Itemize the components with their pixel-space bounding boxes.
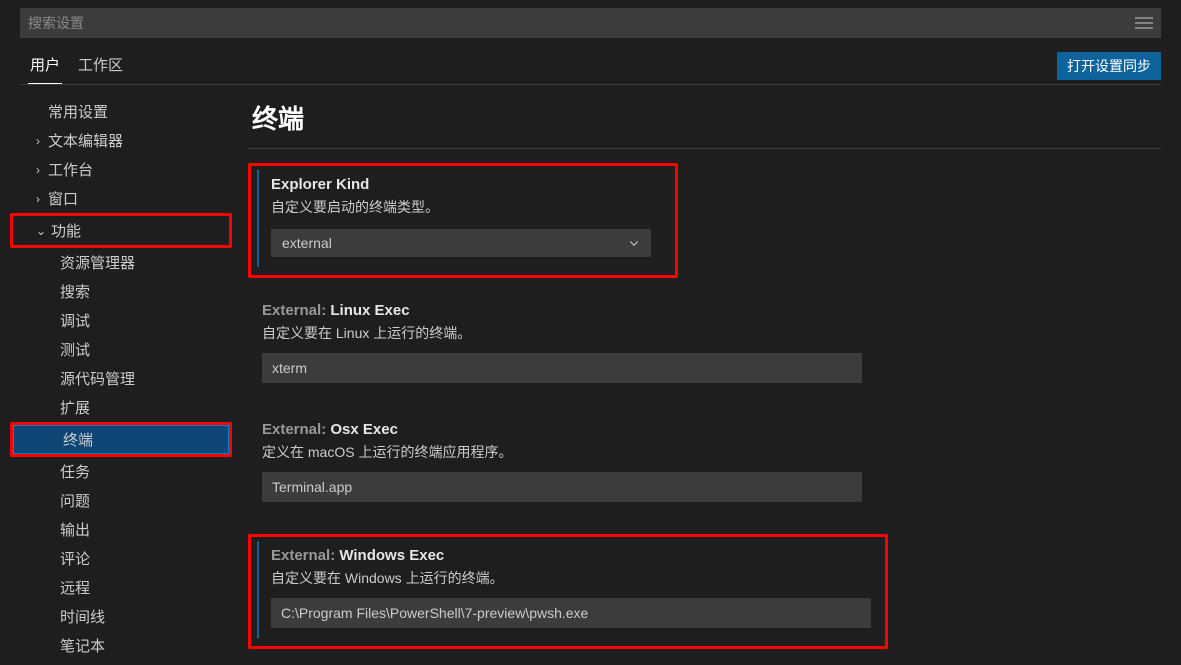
title-underline bbox=[248, 148, 1161, 149]
settings-scope-tabs: 用户 工作区 打开设置同步 bbox=[28, 48, 1161, 84]
sidebar-item-test[interactable]: 测试 bbox=[0, 335, 238, 364]
setting-name: Explorer Kind bbox=[271, 176, 369, 193]
setting-osx-exec: External: Osx Exec 定义在 macOS 上运行的终端应用程序。 bbox=[248, 415, 1161, 512]
page-title: 终端 bbox=[252, 99, 1161, 136]
chevron-right-icon: › bbox=[30, 192, 46, 206]
chevron-right-icon: › bbox=[30, 163, 46, 177]
sidebar-item-label: 功能 bbox=[51, 220, 81, 241]
sidebar-item-scm[interactable]: 源代码管理 bbox=[0, 364, 238, 393]
setting-desc: 自定义要在 Windows 上运行的终端。 bbox=[271, 568, 869, 588]
open-settings-sync-button[interactable]: 打开设置同步 bbox=[1057, 52, 1161, 80]
setting-prefix: External: bbox=[271, 547, 339, 564]
sidebar-item-notebook[interactable]: 笔记本 bbox=[0, 631, 238, 658]
setting-prefix: External: bbox=[262, 302, 330, 319]
setting-explorer-kind: Explorer Kind 自定义要启动的终端类型。 external bbox=[257, 170, 669, 267]
sidebar-item-workbench[interactable]: › 工作台 bbox=[0, 155, 238, 184]
setting-title: External: Osx Exec bbox=[262, 421, 1151, 438]
highlight-features: ⌄ 功能 bbox=[10, 213, 232, 248]
settings-content: 终端 Explorer Kind 自定义要启动的终端类型。 external E… bbox=[238, 85, 1181, 658]
highlight-windows-exec: External: Windows Exec 自定义要在 Windows 上运行… bbox=[248, 534, 888, 649]
sidebar-item-label: 文本编辑器 bbox=[48, 130, 123, 151]
setting-title: Explorer Kind bbox=[271, 176, 659, 193]
setting-title: External: Windows Exec bbox=[271, 547, 869, 564]
dropdown-value: external bbox=[282, 235, 332, 251]
sidebar-item-terminal[interactable]: 终端 bbox=[13, 425, 229, 454]
sidebar-item-problems[interactable]: 问题 bbox=[0, 486, 238, 515]
sidebar-item-text-editor[interactable]: › 文本编辑器 bbox=[0, 126, 238, 155]
setting-name: Windows Exec bbox=[339, 547, 444, 564]
sidebar-item-window[interactable]: › 窗口 bbox=[0, 184, 238, 213]
linux-exec-input[interactable] bbox=[262, 353, 862, 383]
chevron-down-icon bbox=[628, 237, 640, 249]
search-input[interactable] bbox=[28, 15, 1135, 31]
sidebar-item-timeline[interactable]: 时间线 bbox=[0, 602, 238, 631]
sidebar-item-output[interactable]: 输出 bbox=[0, 515, 238, 544]
sidebar-item-common[interactable]: 常用设置 bbox=[0, 97, 238, 126]
tab-user[interactable]: 用户 bbox=[28, 48, 62, 84]
explorer-kind-dropdown[interactable]: external bbox=[271, 229, 651, 257]
osx-exec-input[interactable] bbox=[262, 472, 862, 502]
setting-name: Osx Exec bbox=[330, 421, 398, 438]
settings-search-bar[interactable] bbox=[20, 8, 1161, 38]
tab-workspace[interactable]: 工作区 bbox=[76, 48, 125, 84]
highlight-terminal: 终端 bbox=[10, 422, 232, 457]
chevron-down-icon: ⌄ bbox=[33, 224, 49, 238]
setting-title: External: Linux Exec bbox=[262, 302, 1151, 319]
sidebar-item-search[interactable]: 搜索 bbox=[0, 277, 238, 306]
sidebar-item-resource-manager[interactable]: 资源管理器 bbox=[0, 248, 238, 277]
highlight-explorer-kind: Explorer Kind 自定义要启动的终端类型。 external bbox=[248, 163, 678, 278]
setting-windows-exec: External: Windows Exec 自定义要在 Windows 上运行… bbox=[257, 541, 879, 638]
sidebar-item-features[interactable]: ⌄ 功能 bbox=[13, 216, 229, 245]
setting-name: Linux Exec bbox=[330, 302, 409, 319]
hamburger-icon[interactable] bbox=[1135, 17, 1153, 29]
sidebar-item-remote[interactable]: 远程 bbox=[0, 573, 238, 602]
setting-prefix: External: bbox=[262, 421, 330, 438]
sidebar-item-debug[interactable]: 调试 bbox=[0, 306, 238, 335]
settings-sidebar: 常用设置 › 文本编辑器 › 工作台 › 窗口 ⌄ 功能 资源管理器 搜索 调试… bbox=[0, 85, 238, 658]
setting-desc: 自定义要启动的终端类型。 bbox=[271, 197, 659, 217]
setting-linux-exec: External: Linux Exec 自定义要在 Linux 上运行的终端。 bbox=[248, 296, 1161, 393]
sidebar-item-comments[interactable]: 评论 bbox=[0, 544, 238, 573]
chevron-right-icon: › bbox=[30, 134, 46, 148]
sidebar-item-label: 工作台 bbox=[48, 159, 93, 180]
sidebar-item-label: 窗口 bbox=[48, 188, 78, 209]
setting-desc: 定义在 macOS 上运行的终端应用程序。 bbox=[262, 442, 1151, 462]
windows-exec-input[interactable] bbox=[271, 598, 871, 628]
sidebar-item-extensions[interactable]: 扩展 bbox=[0, 393, 238, 422]
sidebar-item-tasks[interactable]: 任务 bbox=[0, 457, 238, 486]
setting-desc: 自定义要在 Linux 上运行的终端。 bbox=[262, 323, 1151, 343]
